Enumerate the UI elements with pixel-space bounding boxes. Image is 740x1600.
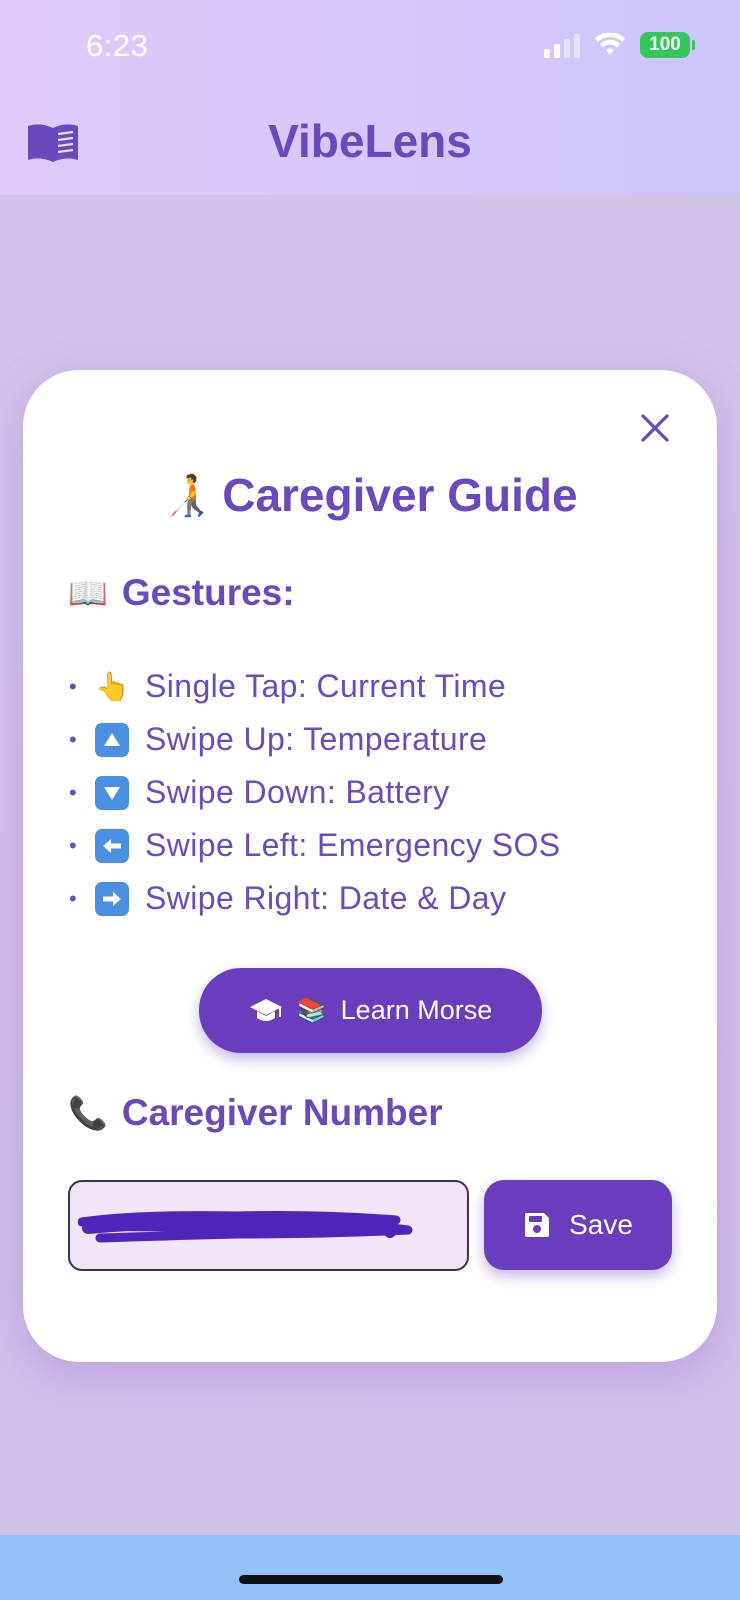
save-button[interactable]: Save — [484, 1180, 672, 1270]
caregiver-guide-modal: 🧑‍🦯 Caregiver Guide 📖 Gestures: • 👆 Sing… — [23, 370, 717, 1362]
up-arrow-icon — [95, 722, 129, 757]
gesture-text: Swipe Up: Temperature — [145, 721, 488, 757]
modal-title: 🧑‍🦯 Caregiver Guide — [23, 468, 717, 522]
gestures-heading: 📖 Gestures: — [68, 572, 295, 614]
caregiver-number-input[interactable] — [70, 1182, 467, 1269]
list-item: • Swipe Up: Temperature — [69, 721, 488, 757]
list-item: • Swipe Down: Battery — [69, 774, 450, 810]
home-indicator[interactable] — [239, 1575, 503, 1584]
close-icon — [641, 414, 669, 442]
status-icons: 100 — [544, 32, 695, 58]
open-book-emoji: 📖 — [68, 575, 108, 611]
save-label: Save — [569, 1209, 633, 1240]
bottom-bar — [0, 1535, 740, 1600]
gesture-text: Swipe Down: Battery — [145, 774, 450, 810]
gesture-text: Swipe Right: Date & Day — [145, 880, 507, 916]
graduation-cap-icon — [249, 998, 282, 1021]
caregiver-number-field[interactable] — [68, 1180, 469, 1271]
right-arrow-icon — [95, 881, 129, 916]
books-emoji: 📚 — [296, 997, 327, 1024]
app-header: 6:23 100 VibeLens — [0, 0, 740, 195]
list-item: • Swipe Right: Date & Day — [69, 880, 507, 916]
learn-morse-button[interactable]: 📚 Learn Morse — [199, 968, 542, 1053]
battery-icon: 100 — [640, 32, 695, 58]
telephone-emoji: 📞 — [68, 1095, 108, 1131]
gesture-text: Single Tap: Current Time — [145, 668, 507, 704]
gestures-list: • 👆 Single Tap: Current Time • Swipe Up:… — [69, 660, 561, 925]
cellular-signal-icon — [544, 32, 580, 58]
caregiver-number-heading-text: Caregiver Number — [121, 1092, 443, 1133]
down-arrow-icon — [95, 775, 129, 810]
pointing-finger-icon: 👆 — [95, 671, 131, 702]
wifi-icon — [595, 33, 625, 55]
floppy-disk-icon — [525, 1213, 550, 1237]
gestures-heading-text: Gestures: — [121, 572, 295, 613]
list-item: • 👆 Single Tap: Current Time — [69, 668, 507, 704]
status-time: 6:23 — [86, 28, 149, 63]
modal-title-text: Caregiver Guide — [222, 469, 578, 521]
left-arrow-icon — [95, 828, 129, 863]
gesture-text: Swipe Left: Emergency SOS — [145, 827, 561, 863]
close-button[interactable] — [637, 410, 673, 446]
app-title: VibeLens — [268, 115, 472, 167]
list-item: • Swipe Left: Emergency SOS — [69, 827, 561, 863]
person-with-cane-emoji: 🧑‍🦯 — [162, 473, 213, 518]
caregiver-number-heading: 📞 Caregiver Number — [68, 1092, 443, 1134]
learn-morse-label: Learn Morse — [340, 995, 493, 1025]
